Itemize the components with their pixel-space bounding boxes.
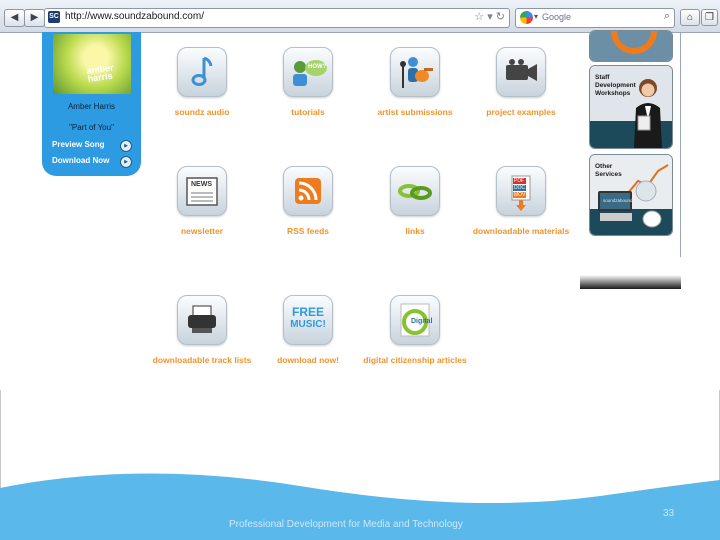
browser-toolbar: ◀ ▶ SC http://www.soundzabound.com/ ☆ ▾ … bbox=[0, 0, 720, 33]
site-favicon-icon: SC bbox=[48, 11, 60, 23]
rss-icon[interactable] bbox=[283, 166, 333, 216]
grid-item-label[interactable]: download now! bbox=[253, 355, 363, 365]
grid-item-links[interactable]: links bbox=[360, 166, 470, 236]
staff-development-label[interactable]: Staff Development Workshops bbox=[595, 74, 640, 98]
reload-icon[interactable]: ↻ bbox=[496, 11, 505, 23]
grid-item-download-now[interactable]: FREE MUSIC! download now! bbox=[253, 295, 363, 365]
play-icon[interactable]: ▶ bbox=[120, 140, 132, 152]
tutorials-how-icon[interactable]: HOW? bbox=[283, 47, 333, 97]
grid-item-project-examples[interactable]: project examples bbox=[466, 47, 576, 117]
staff-development-card[interactable]: Staff Development Workshops bbox=[589, 65, 673, 149]
slide-page-number: 33 bbox=[663, 508, 675, 519]
album-cover[interactable]: amber harris bbox=[53, 34, 131, 94]
sidebar-bottom-shadow bbox=[580, 275, 681, 289]
newspaper-icon[interactable]: NEWS bbox=[177, 166, 227, 216]
other-services-card[interactable]: Other Services soundzabound bbox=[589, 154, 673, 236]
grid-item-label[interactable]: downloadable materials bbox=[466, 226, 576, 236]
pdf-label: PDF bbox=[513, 178, 527, 184]
url-actions: ☆ ▾ ↻ bbox=[474, 10, 505, 23]
right-sidebar: Staff Development Workshops Other Servic… bbox=[580, 30, 681, 289]
documents-icon[interactable]: PDF DOC MOV bbox=[496, 166, 546, 216]
back-icon[interactable]: ◀ bbox=[4, 9, 25, 27]
grid-item-label[interactable]: tutorials bbox=[253, 107, 363, 117]
grid-item-soundz-audio[interactable]: soundz audio bbox=[147, 47, 257, 117]
grid-item-label[interactable]: newsletter bbox=[147, 226, 257, 236]
digital-icon[interactable]: Digital bbox=[390, 295, 440, 345]
slide-footer-text: Professional Development for Media and T… bbox=[229, 519, 463, 530]
grid-item-label[interactable]: project examples bbox=[466, 107, 576, 117]
artist-name: Amber Harris bbox=[67, 102, 116, 111]
guitar-mic-icon[interactable] bbox=[390, 47, 440, 97]
newsletter-badge: NEWS bbox=[191, 181, 212, 188]
video-camera-icon[interactable] bbox=[496, 47, 546, 97]
url-text[interactable]: http://www.soundzabound.com/ bbox=[65, 11, 204, 22]
grid-item-newsletter[interactable]: NEWS newsletter bbox=[147, 166, 257, 236]
grid-item-rss-feeds[interactable]: RSS feeds bbox=[253, 166, 363, 236]
search-placeholder[interactable]: Google bbox=[542, 12, 571, 22]
top-promo-card[interactable] bbox=[589, 30, 673, 62]
grid-item-digital-citizenship[interactable]: Digital digital citizenship articles bbox=[360, 295, 470, 365]
grid-item-downloadable-materials[interactable]: PDF DOC MOV downloadable materials bbox=[466, 166, 576, 236]
play-icon[interactable]: ▶ bbox=[120, 156, 132, 168]
grid-item-label[interactable]: soundz audio bbox=[147, 107, 257, 117]
search-box[interactable]: ▾ Google ⌕ bbox=[515, 8, 675, 28]
grid-item-label[interactable]: artist submissions bbox=[360, 107, 470, 117]
grid-item-label[interactable]: downloadable track lists bbox=[147, 355, 257, 365]
forward-icon[interactable]: ▶ bbox=[24, 9, 45, 27]
document-labels: PDF DOC MOV bbox=[513, 178, 527, 198]
featured-song-card: amber harris Amber Harris "Part of You" … bbox=[42, 32, 141, 176]
soundzabound-logo: soundzabound bbox=[603, 198, 633, 203]
address-bar[interactable]: SC http://www.soundzabound.com/ ☆ ▾ ↻ bbox=[44, 8, 510, 28]
mov-label: MOV bbox=[513, 192, 527, 198]
digital-badge: Digital bbox=[411, 318, 433, 325]
search-icon[interactable]: ⌕ bbox=[664, 10, 670, 23]
free-music-line2: MUSIC! bbox=[290, 319, 326, 330]
download-now-link[interactable]: Download Now bbox=[52, 156, 109, 165]
song-title: "Part of You" bbox=[69, 123, 114, 132]
search-engine-dropdown-icon[interactable]: ▾ bbox=[534, 12, 538, 21]
grid-item-label[interactable]: links bbox=[360, 226, 470, 236]
album-cover-text: amber harris bbox=[85, 62, 115, 84]
grid-item-label[interactable]: digital citizenship articles bbox=[360, 355, 470, 365]
free-music-icon[interactable]: FREE MUSIC! bbox=[283, 295, 333, 345]
doc-label: DOC bbox=[513, 185, 527, 191]
free-music-line1: FREE bbox=[291, 305, 324, 319]
grid-item-label[interactable]: RSS feeds bbox=[253, 226, 363, 236]
home-icon[interactable]: ⌂ bbox=[680, 9, 700, 26]
chain-link-icon[interactable] bbox=[390, 166, 440, 216]
preview-song-link[interactable]: Preview Song bbox=[52, 140, 104, 149]
music-note-icon[interactable] bbox=[177, 47, 227, 97]
other-services-label[interactable]: Other Services bbox=[595, 163, 635, 179]
printer-icon[interactable] bbox=[177, 295, 227, 345]
grid-item-artist-submissions[interactable]: artist submissions bbox=[360, 47, 470, 117]
grid-item-downloadable-track-lists[interactable]: downloadable track lists bbox=[147, 295, 257, 365]
bookmark-icon[interactable]: ❐ bbox=[701, 9, 718, 26]
grid-item-tutorials[interactable]: HOW? tutorials bbox=[253, 47, 363, 117]
google-icon[interactable] bbox=[520, 11, 533, 24]
star-icon[interactable]: ☆ bbox=[474, 11, 484, 23]
tutorials-badge: HOW? bbox=[308, 64, 327, 70]
dropdown-icon[interactable]: ▾ bbox=[487, 11, 493, 23]
